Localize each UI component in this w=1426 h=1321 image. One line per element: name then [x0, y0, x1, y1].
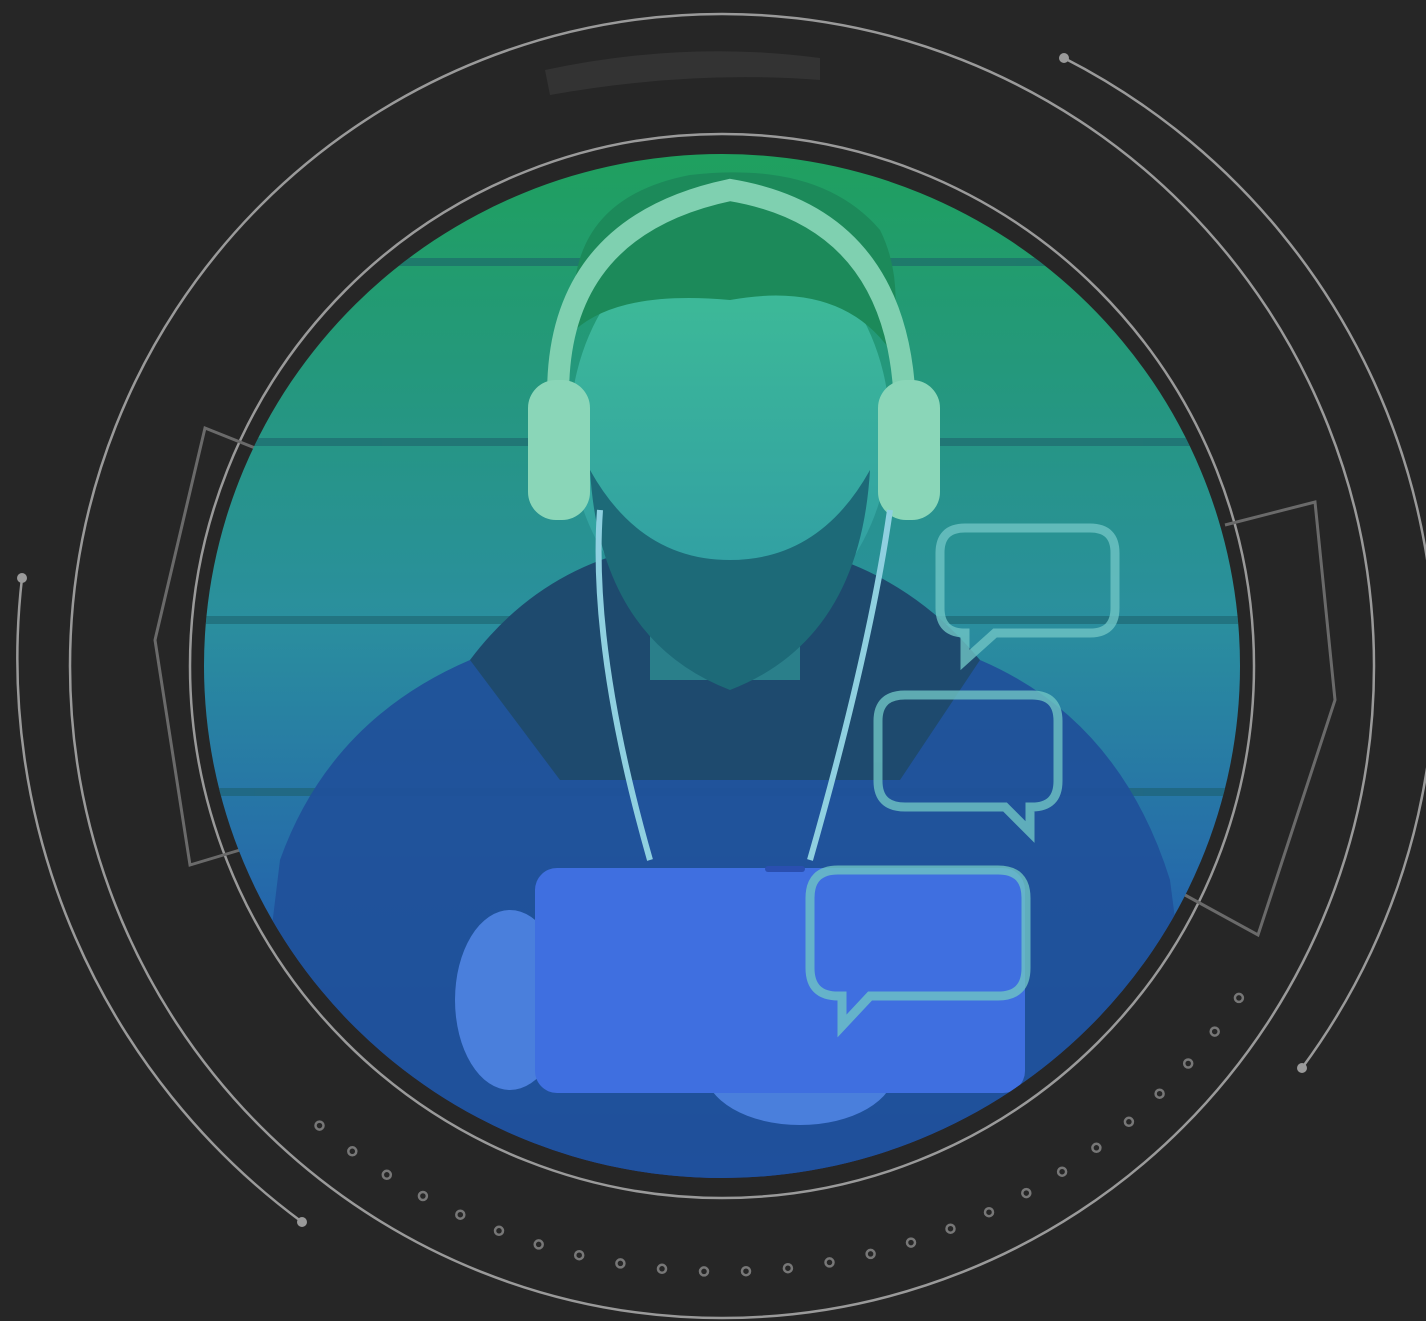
- illustration-canvas: [0, 0, 1426, 1321]
- right-earcup: [878, 380, 940, 520]
- left-earcup: [528, 380, 590, 520]
- tablet: [535, 868, 1025, 1093]
- hero-illustration: [0, 0, 1426, 1321]
